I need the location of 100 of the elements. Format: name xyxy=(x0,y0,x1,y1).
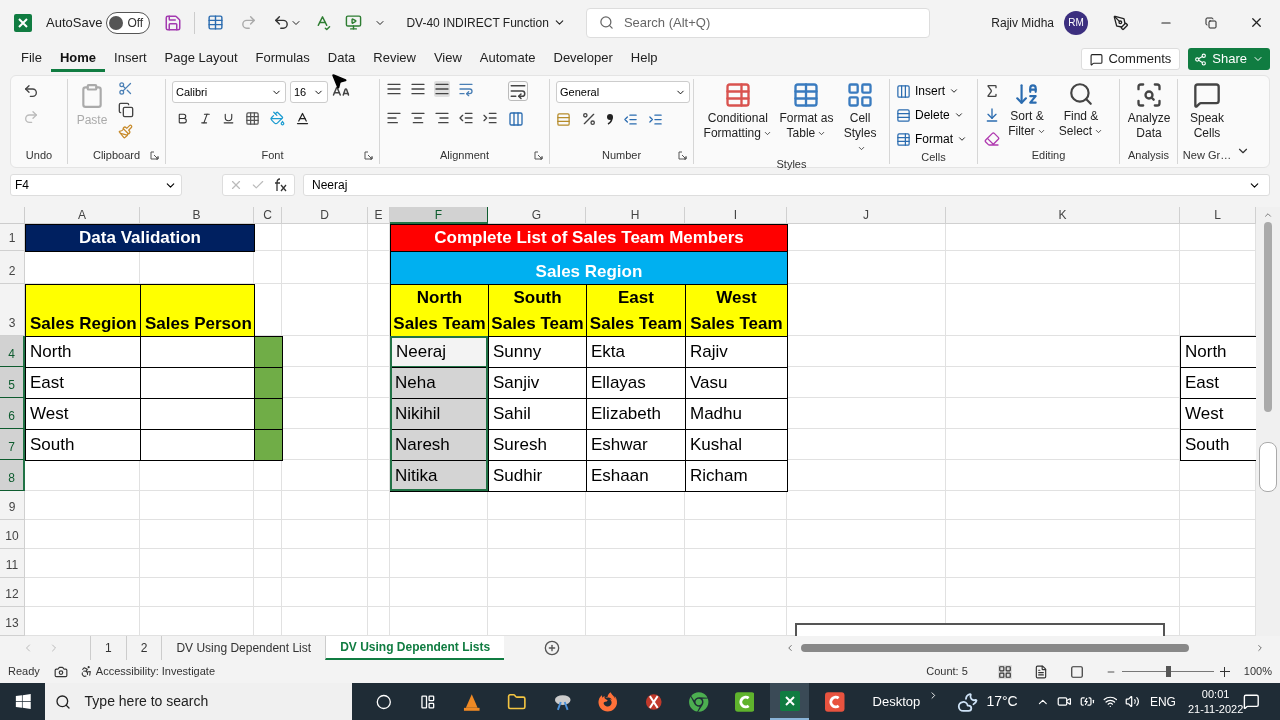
format-as-table-button[interactable]: Format as Table xyxy=(775,81,838,141)
desktop-label[interactable]: Desktop xyxy=(872,691,921,712)
table-cell: East xyxy=(25,367,141,399)
number-format-field[interactable]: General xyxy=(556,81,690,103)
share-button[interactable]: Share xyxy=(1188,48,1270,70)
table-cell: Sudhir xyxy=(488,460,587,492)
cell-styles-button[interactable]: Cell Styles xyxy=(837,81,883,156)
table-cell: Suresh xyxy=(488,429,587,461)
conditional-formatting-button[interactable]: Conditional Formatting xyxy=(700,81,776,141)
menu-tab[interactable]: Data xyxy=(318,46,365,72)
status-mode: Ready xyxy=(8,664,40,680)
row-header[interactable]: 4 xyxy=(0,336,25,367)
column-header[interactable]: J xyxy=(787,207,946,224)
font-size-field[interactable]: 16 xyxy=(290,81,328,103)
name-box[interactable]: F4 xyxy=(10,174,182,196)
menu-tab[interactable]: Developer xyxy=(544,46,622,72)
taskbar-search-field[interactable]: Type here to search xyxy=(44,683,353,720)
user-name: Rajiv Midha xyxy=(991,14,1054,32)
menu-tab[interactable]: File xyxy=(12,46,51,72)
menu-tab[interactable]: Automate xyxy=(470,46,545,72)
accessibility-button[interactable]: Accessibility: Investigate xyxy=(79,663,215,680)
row-header[interactable]: 9 xyxy=(0,491,25,520)
menu-tab[interactable]: Home xyxy=(50,46,106,72)
column-heading: Sales Person xyxy=(140,284,255,337)
ribbon-group-label: Undo xyxy=(25,147,53,163)
cells-menu-button[interactable]: Delete xyxy=(896,105,967,125)
column-header[interactable]: C xyxy=(254,207,282,224)
table-cell: South xyxy=(25,429,141,461)
table-title: Complete List of Sales Team Members xyxy=(390,224,788,252)
analyze-data-button[interactable]: Analyze Data xyxy=(1126,81,1172,141)
table-cell: North xyxy=(1180,336,1257,368)
table-cell: South xyxy=(1180,429,1257,461)
temperature[interactable]: 17°C xyxy=(986,691,1018,712)
column-header[interactable]: A xyxy=(25,207,140,224)
row-header[interactable]: 1 xyxy=(0,224,25,251)
ribbon-group-label: Number xyxy=(601,147,642,163)
row-header[interactable]: 5 xyxy=(0,367,25,398)
menu-tab[interactable]: Insert xyxy=(105,46,156,72)
menu-tab[interactable]: Review xyxy=(364,46,425,72)
language-label[interactable]: ENG xyxy=(1149,692,1176,711)
column-header[interactable]: K xyxy=(946,207,1180,224)
row-header[interactable]: 2 xyxy=(0,251,25,284)
table-cell: Neha xyxy=(390,367,489,399)
formula-field[interactable]: Neeraj xyxy=(303,174,1270,196)
table-cell: Sunny xyxy=(488,336,587,368)
column-heading: East Sales Team xyxy=(586,284,686,337)
table-cell: Ekta xyxy=(586,336,686,368)
column-header[interactable]: F xyxy=(390,207,488,224)
column-header[interactable]: L xyxy=(1180,207,1256,224)
count-label: Count: 5 xyxy=(926,664,968,680)
ribbon-group-label: Styles xyxy=(776,157,807,172)
autosave-toggle[interactable]: Off xyxy=(106,11,151,34)
sort-filter-button[interactable]: Sort & Filter xyxy=(1000,81,1054,139)
table-cell: Vasu xyxy=(685,367,788,399)
ribbon-group-label: Cells xyxy=(921,150,946,165)
table-cell: East xyxy=(1180,367,1257,399)
row-header[interactable]: 6 xyxy=(0,398,25,429)
sheet-tab[interactable]: DV Using Dependent Lists xyxy=(325,636,505,660)
row-header[interactable]: 10 xyxy=(0,520,25,549)
zoom-level[interactable]: 100% xyxy=(1243,663,1272,680)
table-cell: Naresh xyxy=(390,429,489,461)
column-heading: South Sales Team xyxy=(488,284,587,337)
menu-tab[interactable]: Help xyxy=(621,46,667,72)
ribbon-group-label: Analysis xyxy=(1128,147,1169,163)
cells-menu-button[interactable]: Insert xyxy=(896,81,967,101)
column-heading: West Sales Team xyxy=(685,284,788,337)
row-header[interactable]: 12 xyxy=(0,578,25,607)
column-header[interactable]: E xyxy=(368,207,390,224)
speak-cells-button[interactable]: Speak Cells xyxy=(1184,81,1230,141)
table-subtitle: Sales Region xyxy=(390,251,788,285)
menu-tab[interactable]: Formulas xyxy=(246,46,319,72)
table-cell: Eshaan xyxy=(586,460,686,492)
column-header[interactable]: D xyxy=(282,207,368,224)
user-avatar[interactable]: RM xyxy=(1064,10,1088,35)
row-header[interactable]: 7 xyxy=(0,429,25,460)
table-cell: Ellayas xyxy=(586,367,686,399)
font-name-field[interactable]: Calibri xyxy=(172,81,286,103)
column-header[interactable]: G xyxy=(488,207,586,224)
table-cell: Richam xyxy=(685,460,788,492)
row-header[interactable]: 8 xyxy=(0,460,25,491)
table-cell: Sanjiv xyxy=(488,367,587,399)
search-field[interactable]: Search (Alt+Q) xyxy=(585,7,930,38)
document-title[interactable]: DV-40 INDIRECT Function xyxy=(406,13,566,32)
menu-tab[interactable]: View xyxy=(424,46,471,72)
table-title: Data Validation xyxy=(25,224,255,252)
find-select-button[interactable]: Find & Select xyxy=(1054,81,1108,139)
column-header[interactable]: I xyxy=(685,207,787,224)
column-header[interactable]: B xyxy=(140,207,254,224)
clock-time[interactable]: 00:01 xyxy=(1201,686,1230,702)
cells-menu-button[interactable]: Format xyxy=(896,129,967,149)
row-header[interactable]: 3 xyxy=(0,284,25,336)
table-cell: Sahil xyxy=(488,398,587,430)
menu-tab[interactable]: Page Layout xyxy=(155,46,247,72)
comments-button[interactable]: Comments xyxy=(1081,48,1181,70)
column-header[interactable]: H xyxy=(586,207,685,224)
table-cell: Kushal xyxy=(685,429,788,461)
row-header[interactable]: 11 xyxy=(0,549,25,578)
table-cell: West xyxy=(1180,398,1257,430)
row-header[interactable]: 13 xyxy=(0,607,25,636)
clock-date[interactable]: 21-11-2022 xyxy=(1187,701,1244,717)
